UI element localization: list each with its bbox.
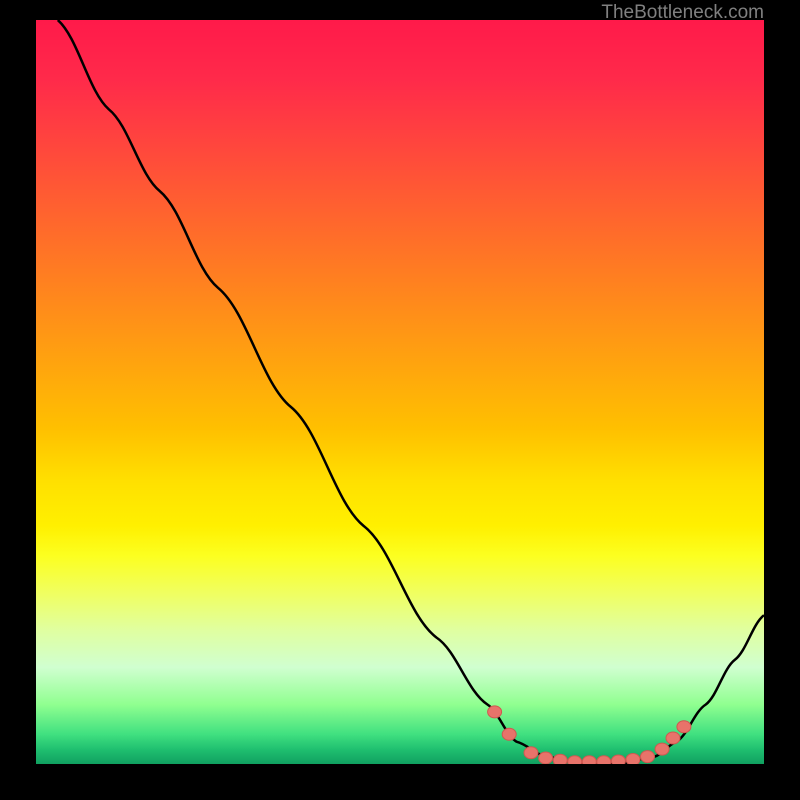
chart-background-gradient <box>36 20 764 764</box>
watermark-text: TheBottleneck.com <box>601 2 764 24</box>
